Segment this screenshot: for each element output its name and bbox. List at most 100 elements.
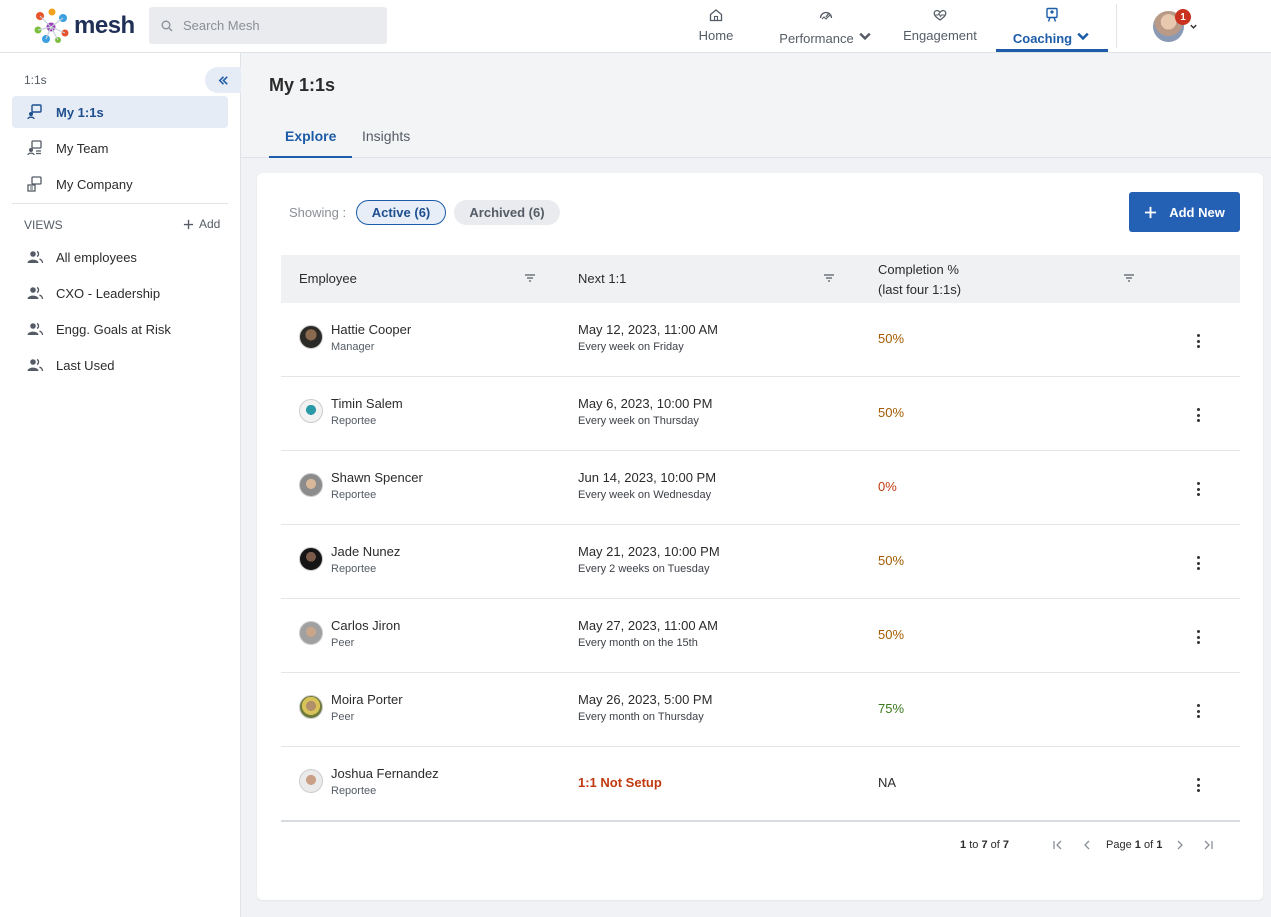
nav-engagement[interactable]: Engagement	[898, 0, 982, 52]
column-header-employee[interactable]: Employee	[299, 271, 357, 286]
column-header-completion-sub: (last four 1:1s)	[878, 282, 962, 297]
sidebar-item-my-team[interactable]: My Team	[12, 132, 228, 164]
users-icon	[27, 322, 44, 336]
tab-explore[interactable]: Explore	[269, 117, 353, 158]
employee-role: Manager	[331, 341, 375, 353]
range-of-word: of	[990, 839, 1000, 851]
view-item-all-employees[interactable]: All employees	[12, 241, 228, 273]
next-1on1-frequency: Every month on the 15th	[578, 637, 698, 649]
completion-percent: 50%	[878, 627, 905, 642]
employee-name[interactable]: Carlos Jiron	[331, 618, 400, 633]
employee-name[interactable]: Hattie Cooper	[331, 322, 411, 337]
total-pages: 1	[1156, 839, 1163, 851]
employee-name[interactable]: Joshua Fernandez	[331, 766, 439, 781]
table-header: Employee Next 1:1 Completion % (last fou…	[281, 255, 1240, 303]
table-row[interactable]: Timin Salem Reportee May 6, 2023, 10:00 …	[281, 377, 1240, 451]
next-1on1-date: May 6, 2023, 10:00 PM	[578, 396, 713, 411]
employee-avatar	[299, 325, 323, 349]
row-menu-button[interactable]	[1191, 555, 1205, 571]
not-setup-link[interactable]: 1:1 Not Setup	[578, 775, 662, 790]
chevron-down-icon	[1077, 32, 1089, 41]
next-1on1-frequency: Every 2 weeks on Tuesday	[578, 563, 710, 575]
views-title: VIEWS	[24, 218, 63, 232]
add-view-label: Add	[199, 217, 221, 231]
last-page-icon[interactable]	[1201, 838, 1215, 852]
employee-name[interactable]: Shawn Spencer	[331, 470, 423, 485]
user-menu[interactable]: 1	[1153, 9, 1203, 43]
page-title: My 1:1s	[269, 75, 336, 95]
content-card: Showing : Active (6) Archived (6) Add Ne…	[257, 173, 1263, 900]
nav-home[interactable]: Home	[686, 0, 746, 52]
users-icon	[27, 250, 44, 264]
filter-archived-pill[interactable]: Archived (6)	[454, 200, 560, 225]
sidebar-section-title: 1:1s	[24, 73, 47, 87]
page-header: My 1:1s Explore Insights	[241, 53, 1271, 158]
table-row[interactable]: Hattie Cooper Manager May 12, 2023, 11:0…	[281, 303, 1240, 377]
table-row[interactable]: Moira Porter Peer May 26, 2023, 5:00 PM …	[281, 673, 1240, 747]
row-menu-button[interactable]	[1191, 333, 1205, 349]
view-item-label: CXO - Leadership	[56, 285, 161, 301]
sidebar-divider	[12, 203, 228, 204]
range-total: 7	[1002, 839, 1009, 851]
search-box[interactable]	[149, 7, 387, 44]
range-to: 7	[981, 839, 988, 851]
table-row[interactable]: Joshua Fernandez Reportee 1:1 Not Setup …	[281, 747, 1240, 821]
filter-icon[interactable]	[1123, 272, 1135, 284]
next-1on1-frequency: Every week on Thursday	[578, 415, 699, 427]
previous-page-icon[interactable]	[1080, 838, 1094, 852]
row-menu-button[interactable]	[1191, 777, 1205, 793]
sidebar-item-my-company[interactable]: My Company	[12, 168, 228, 200]
next-page-icon[interactable]	[1173, 838, 1187, 852]
collapse-sidebar-button[interactable]	[205, 67, 241, 93]
heart-pulse-icon	[933, 9, 947, 21]
table-row[interactable]: Carlos Jiron Peer May 27, 2023, 11:00 AM…	[281, 599, 1240, 673]
first-page-icon[interactable]	[1051, 838, 1065, 852]
add-new-button[interactable]: Add New	[1129, 192, 1240, 232]
column-header-next[interactable]: Next 1:1	[578, 271, 626, 286]
filter-icon[interactable]	[823, 272, 835, 284]
employee-name[interactable]: Moira Porter	[331, 692, 403, 707]
row-menu-button[interactable]	[1191, 703, 1205, 719]
users-icon	[27, 358, 44, 372]
tab-insights[interactable]: Insights	[346, 117, 426, 158]
one-on-one-icon	[27, 104, 42, 120]
view-item-cxo-leadership[interactable]: CXO - Leadership	[12, 277, 228, 309]
employee-name[interactable]: Jade Nunez	[331, 544, 400, 559]
home-icon	[709, 9, 723, 22]
search-input[interactable]	[183, 18, 373, 33]
employee-avatar	[299, 621, 323, 645]
table-row[interactable]: Jade Nunez Reportee May 21, 2023, 10:00 …	[281, 525, 1240, 599]
employee-avatar	[299, 695, 323, 719]
nav-coaching-label: Coaching	[1012, 31, 1073, 46]
employee-role: Peer	[331, 711, 355, 723]
showing-label: Showing :	[289, 205, 347, 220]
table-row[interactable]: Shawn Spencer Reportee Jun 14, 2023, 10:…	[281, 451, 1240, 525]
view-item-last-used[interactable]: Last Used	[12, 349, 228, 381]
next-1on1-frequency: Every month on Thursday	[578, 711, 704, 723]
table-footer-divider	[281, 820, 1240, 822]
employee-name[interactable]: Timin Salem	[331, 396, 403, 411]
view-item-engg-goals[interactable]: Engg. Goals at Risk	[12, 313, 228, 345]
plus-icon	[183, 219, 194, 229]
nav-home-label: Home	[698, 28, 734, 43]
company-board-icon	[27, 176, 42, 192]
pagination-page: Page 1 of 1	[1106, 839, 1162, 851]
pagination-range: 1 to 7 of 7	[960, 839, 1009, 851]
sidebar-item-my-1on1s[interactable]: My 1:1s	[12, 96, 228, 128]
brand-logo[interactable]: mesh	[32, 7, 135, 45]
add-view-button[interactable]: Add	[183, 217, 220, 231]
view-item-label: Last Used	[56, 357, 115, 373]
mesh-logo-icon	[34, 8, 69, 43]
filter-active-pill[interactable]: Active (6)	[356, 200, 446, 225]
next-1on1-frequency: Every week on Friday	[578, 341, 684, 353]
row-menu-button[interactable]	[1191, 481, 1205, 497]
column-header-completion[interactable]: Completion %	[878, 262, 959, 277]
employee-role: Peer	[331, 637, 355, 649]
row-menu-button[interactable]	[1191, 407, 1205, 423]
view-item-label: All employees	[56, 249, 137, 265]
nav-performance[interactable]: Performance	[778, 0, 874, 52]
filter-icon[interactable]	[524, 272, 536, 284]
page-of-word: of	[1143, 839, 1154, 851]
nav-coaching[interactable]: Coaching	[996, 0, 1108, 52]
row-menu-button[interactable]	[1191, 629, 1205, 645]
